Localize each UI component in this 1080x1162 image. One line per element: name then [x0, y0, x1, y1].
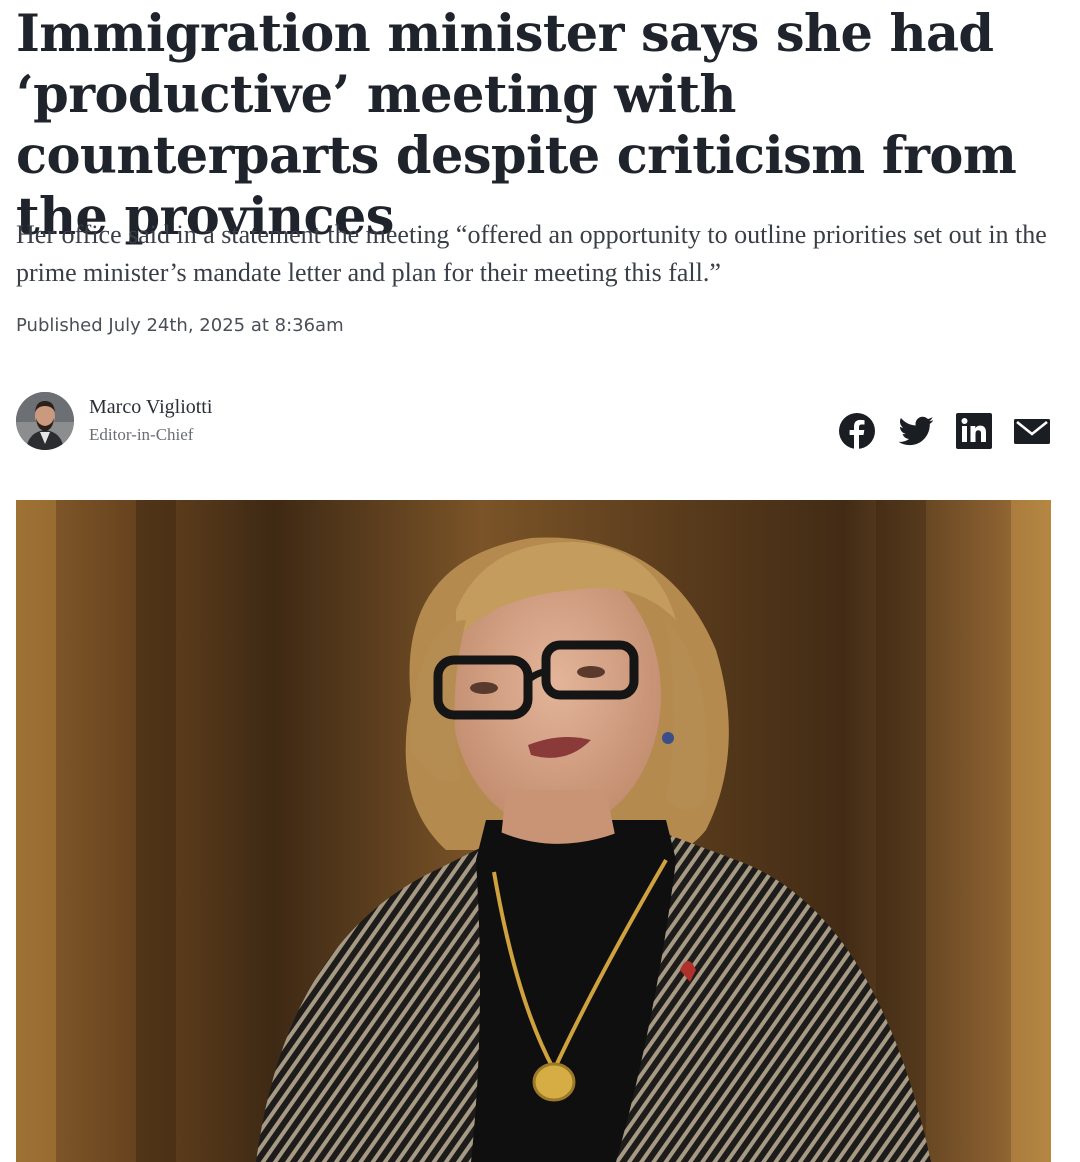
author-avatar[interactable] [16, 392, 74, 450]
facebook-share-button[interactable] [838, 412, 876, 450]
author-role: Editor-in-Chief [89, 425, 194, 444]
twitter-share-button[interactable] [897, 412, 935, 450]
linkedin-share-button[interactable] [955, 412, 993, 450]
email-icon [1014, 419, 1050, 444]
article-dek: Her office said in a statement the meeti… [16, 220, 1047, 287]
email-share-button[interactable] [1013, 412, 1051, 450]
twitter-icon [898, 416, 934, 446]
article-photo [16, 500, 1051, 1162]
linkedin-icon [956, 413, 992, 449]
facebook-icon [839, 413, 875, 449]
article-headline: Immigration minister says she had ‘produ… [16, 4, 1017, 247]
published-date: Published July 24th, 2025 at 8:36am [16, 315, 344, 336]
author-name[interactable]: Marco Vigliotti [89, 396, 212, 419]
